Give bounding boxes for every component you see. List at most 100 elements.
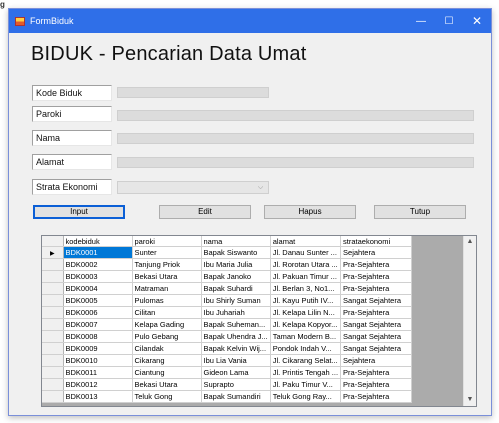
grid-cell[interactable]: Cilandak xyxy=(132,342,202,355)
column-header[interactable]: paroki xyxy=(132,236,202,247)
scroll-up-icon[interactable]: ▲ xyxy=(464,236,476,248)
alamat-input[interactable] xyxy=(117,157,474,168)
grid-cell[interactable]: Tanjung Priok xyxy=(132,258,202,271)
table-row[interactable]: BDK0005 Pulomas Ibu Shirly Suman Jl. Kayu P… xyxy=(42,294,413,307)
grid-cell[interactable]: Jl. Kayu Putih IV... xyxy=(270,294,342,307)
grid-cell[interactable]: Sangat Sejahtera xyxy=(340,330,413,343)
grid-cell[interactable]: Bekasi Utara xyxy=(132,270,202,283)
scroll-thumb[interactable] xyxy=(466,249,474,389)
grid-cell[interactable]: Ibu Lia Vania xyxy=(201,354,271,367)
grid-cell[interactable]: BDK0012 xyxy=(63,378,133,391)
chevron-down-icon[interactable]: ⌵ xyxy=(256,183,265,192)
grid-cell[interactable]: Bapak Suheman... xyxy=(201,318,271,331)
paroki-input[interactable] xyxy=(117,110,474,121)
grid-cell[interactable]: BDK0004 xyxy=(63,282,133,295)
grid-cell[interactable]: Matraman xyxy=(132,282,202,295)
grid-cell[interactable]: Ibu Juhariah xyxy=(201,306,271,319)
grid-cell[interactable]: Bapak Kelvin Wij... xyxy=(201,342,271,355)
grid-cell[interactable]: Bapak Suhardi xyxy=(201,282,271,295)
grid-cell[interactable]: Jl. Pakuan Timur ... xyxy=(270,270,342,283)
grid-cell[interactable]: Jl. Kelapa Kopyor... xyxy=(270,318,342,331)
table-row[interactable]: BDK0010 Cikarang Ibu Lia Vania Jl. Cikarang… xyxy=(42,354,413,367)
grid-cell[interactable]: BDK0007 xyxy=(63,318,133,331)
column-header[interactable]: alamat xyxy=(270,236,342,247)
tutup-button[interactable]: Tutup xyxy=(374,205,466,219)
grid-cell[interactable]: Jl. Danau Sunter ... xyxy=(270,246,342,259)
grid-cell[interactable]: Bapak Janoko xyxy=(201,270,271,283)
grid-cell[interactable]: Jl. Cikarang Selat... xyxy=(270,354,342,367)
table-row[interactable]: BDK0012 Bekasi Utara Suprapto Jl. Paku Timu… xyxy=(42,378,413,391)
scroll-down-icon[interactable]: ▼ xyxy=(464,394,476,406)
grid-cell[interactable]: Bapak Sumandiri xyxy=(201,390,271,403)
grid-cell[interactable]: Sangat Sejahtera xyxy=(340,318,413,331)
grid-cell[interactable]: Teluk Gong xyxy=(132,390,202,403)
grid-cell[interactable]: Jl. Berlan 3, No1... xyxy=(270,282,342,295)
grid-cell[interactable]: Teluk Gong Ray... xyxy=(270,390,342,403)
table-row[interactable]: ▶ BDK0001 Sunter Bapak Siswanto Jl. Danau Su… xyxy=(42,246,413,259)
grid-cell[interactable]: Taman Modern B... xyxy=(270,330,342,343)
row-header[interactable] xyxy=(42,270,64,283)
grid-cell[interactable]: Bapak Siswanto xyxy=(201,246,271,259)
row-header[interactable] xyxy=(42,342,64,355)
row-header[interactable] xyxy=(42,318,64,331)
row-header[interactable] xyxy=(42,330,64,343)
column-header[interactable]: nama xyxy=(201,236,271,247)
table-row[interactable]: BDK0003 Bekasi Utara Bapak Janoko Jl. Pakua… xyxy=(42,270,413,283)
grid-cell[interactable]: Pra-Sejahtera xyxy=(340,258,413,271)
grid-cell[interactable]: BDK0003 xyxy=(63,270,133,283)
minimize-button[interactable]: — xyxy=(407,9,435,33)
row-header[interactable] xyxy=(42,294,64,307)
grid-cell[interactable]: Gideon Lama xyxy=(201,366,271,379)
grid-cell[interactable]: Cilitan xyxy=(132,306,202,319)
grid-cell[interactable]: Pondok Indah V... xyxy=(270,342,342,355)
title-bar[interactable]: FormBiduk — ☐ ✕ xyxy=(9,9,491,33)
grid-cell[interactable]: Pra-Sejahtera xyxy=(340,390,413,403)
table-row[interactable]: BDK0002 Tanjung Priok Ibu Maria Julia Jl. R… xyxy=(42,258,413,271)
grid-cell[interactable]: Ibu Maria Julia xyxy=(201,258,271,271)
grid-cell[interactable]: Jl. Printis Tengah ... xyxy=(270,366,342,379)
row-header[interactable] xyxy=(42,282,64,295)
row-header[interactable] xyxy=(42,258,64,271)
hapus-button[interactable]: Hapus xyxy=(264,205,356,219)
table-row[interactable]: BDK0006 Cilitan Ibu Juhariah Jl. Kelapa Lil… xyxy=(42,306,413,319)
input-button[interactable]: Input xyxy=(33,205,125,219)
grid-cell[interactable]: Pulo Gebang xyxy=(132,330,202,343)
table-row[interactable]: BDK0004 Matraman Bapak Suhardi Jl. Berlan 3… xyxy=(42,282,413,295)
data-grid[interactable]: kodebiduk paroki nama alamat strataekono… xyxy=(41,235,477,407)
edit-button[interactable]: Edit xyxy=(159,205,251,219)
grid-cell[interactable]: Kelapa Gading xyxy=(132,318,202,331)
grid-cell[interactable]: Pulomas xyxy=(132,294,202,307)
row-header[interactable] xyxy=(42,378,64,391)
table-row[interactable]: BDK0013 Teluk Gong Bapak Sumandiri Teluk Go… xyxy=(42,390,413,403)
row-header[interactable] xyxy=(42,366,64,379)
row-header[interactable] xyxy=(42,390,64,403)
strata-ekonomi-select[interactable]: ⌵ xyxy=(117,181,269,194)
grid-cell[interactable]: BDK0001 xyxy=(63,246,133,259)
grid-cell[interactable]: BDK0006 xyxy=(63,306,133,319)
table-row[interactable]: BDK0009 Cilandak Bapak Kelvin Wij... Pondok… xyxy=(42,342,413,355)
grid-cell[interactable]: Pra-Sejahtera xyxy=(340,282,413,295)
grid-cell[interactable]: Ibu Shirly Suman xyxy=(201,294,271,307)
grid-cell[interactable]: BDK0011 xyxy=(63,366,133,379)
grid-cell[interactable]: Pra-Sejahtera xyxy=(340,378,413,391)
table-row[interactable]: BDK0007 Kelapa Gading Bapak Suheman... Jl. … xyxy=(42,318,413,331)
grid-cell[interactable]: BDK0013 xyxy=(63,390,133,403)
grid-cell[interactable]: Cikarang xyxy=(132,354,202,367)
grid-cell[interactable]: Suprapto xyxy=(201,378,271,391)
grid-cell[interactable]: Pra-Sejahtera xyxy=(340,270,413,283)
grid-cell[interactable]: Bapak Uhendra J... xyxy=(201,330,271,343)
table-row[interactable]: BDK0011 Ciantung Gideon Lama Jl. Printis Te… xyxy=(42,366,413,379)
column-header[interactable]: kodebiduk xyxy=(63,236,133,247)
grid-cell[interactable]: Pra-Sejahtera xyxy=(340,366,413,379)
grid-cell[interactable]: BDK0009 xyxy=(63,342,133,355)
grid-cell[interactable]: Jl. Paku Timur V... xyxy=(270,378,342,391)
close-button[interactable]: ✕ xyxy=(463,9,491,33)
grid-cell[interactable]: Pra-Sejahtera xyxy=(340,306,413,319)
grid-cell[interactable]: Sunter xyxy=(132,246,202,259)
grid-cell[interactable]: Sangat Sejahtera xyxy=(340,294,413,307)
grid-cell[interactable]: BDK0005 xyxy=(63,294,133,307)
kode-biduk-input[interactable] xyxy=(117,87,269,98)
grid-cell[interactable]: BDK0002 xyxy=(63,258,133,271)
maximize-button[interactable]: ☐ xyxy=(435,9,463,33)
grid-cell[interactable]: Jl. Kelapa Lilin N... xyxy=(270,306,342,319)
